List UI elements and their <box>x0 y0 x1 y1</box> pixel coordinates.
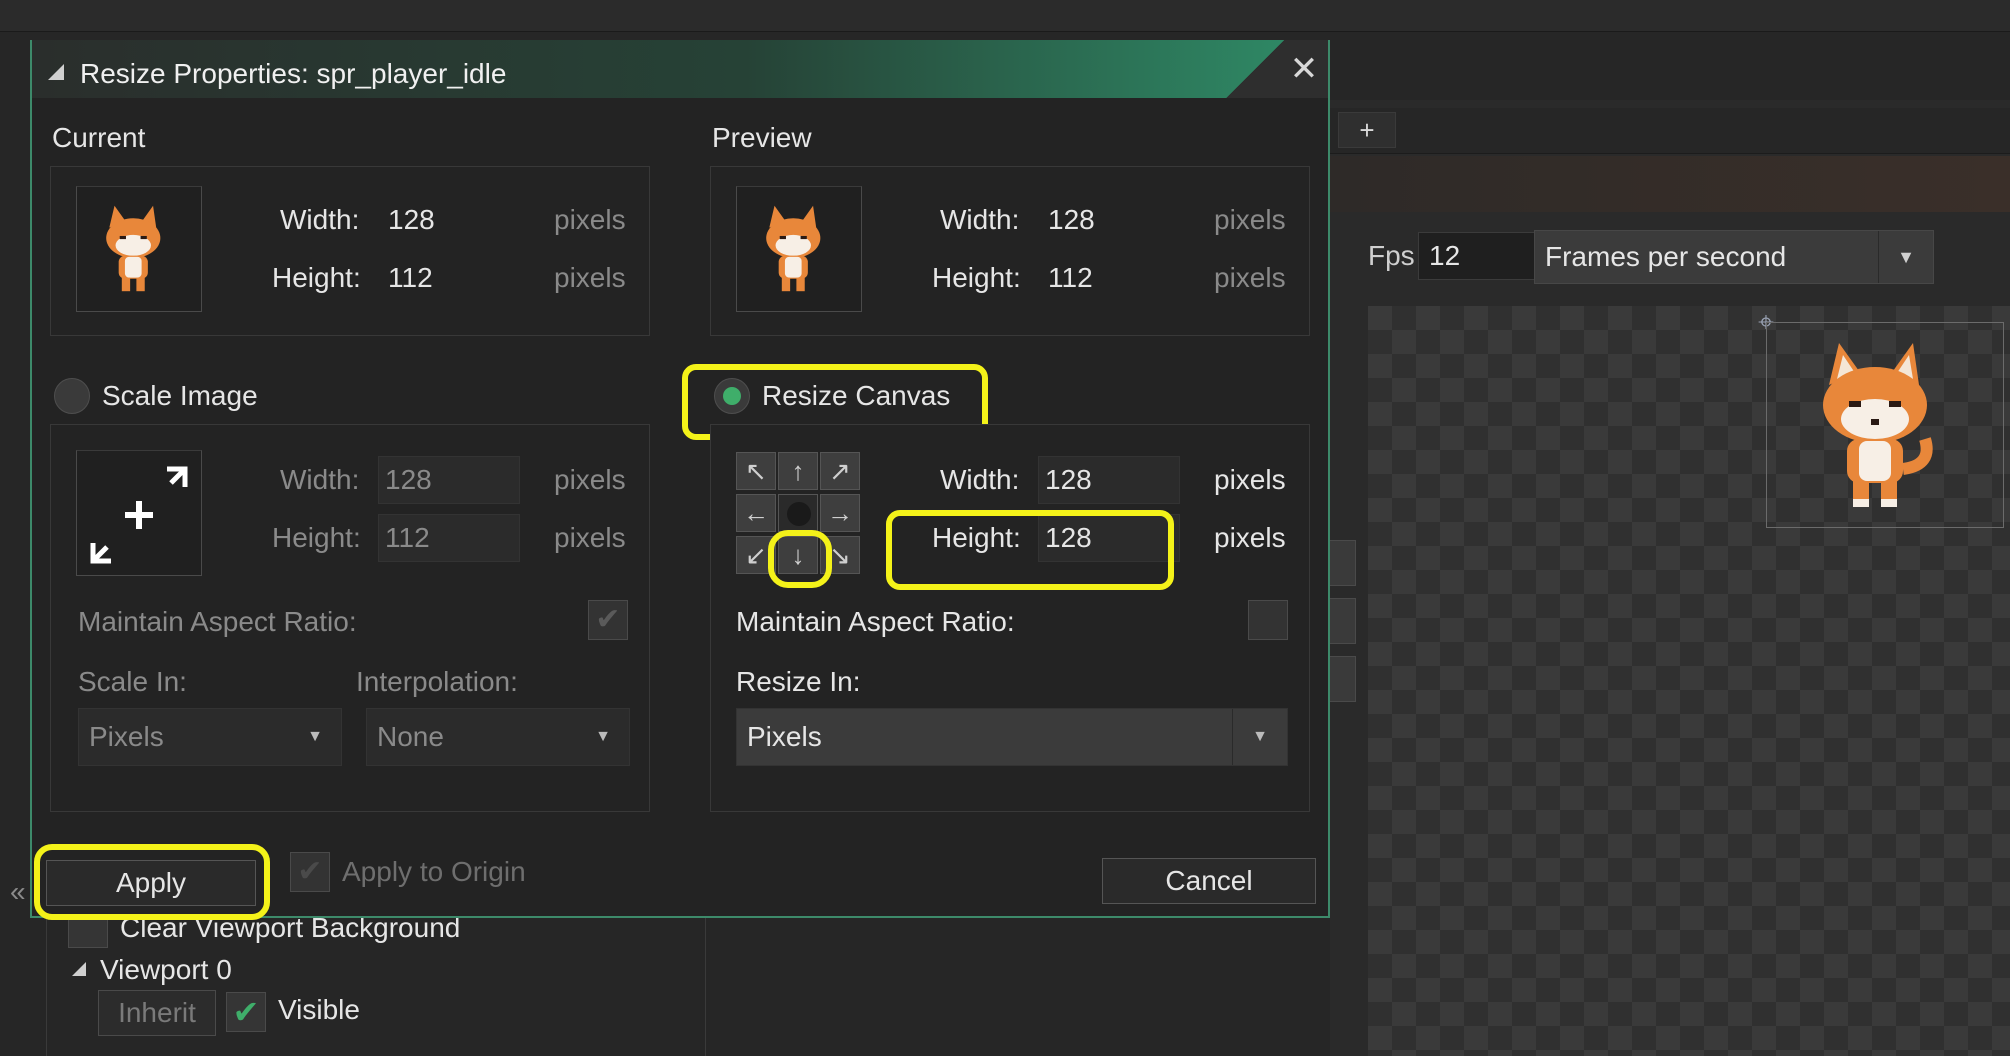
anchor-left-icon[interactable]: ← <box>736 494 776 532</box>
cancel-button[interactable]: Cancel <box>1102 858 1316 904</box>
fox-sprite-icon <box>106 205 161 292</box>
current-width-value: 128 <box>388 204 435 235</box>
scale-in-label: Scale In: <box>78 666 187 697</box>
collapse-icon[interactable]: « <box>10 876 26 908</box>
scale-height-input[interactable]: 112 <box>378 514 520 562</box>
side-handle[interactable] <box>1328 540 1356 586</box>
scale-width-unit: pixels <box>554 464 626 495</box>
canvas-height-unit: pixels <box>1214 522 1286 553</box>
preview-width-label: Width: <box>940 204 1020 235</box>
preview-height-unit: pixels <box>1214 262 1286 293</box>
dialog-corner-icon <box>48 64 64 80</box>
preview-width-value: 128 <box>1048 204 1095 235</box>
anchor-right-icon[interactable]: → <box>820 494 860 532</box>
current-height-unit: pixels <box>554 262 626 293</box>
add-tab-button[interactable]: + <box>1338 112 1396 148</box>
close-icon[interactable]: ✕ <box>1286 52 1322 88</box>
chevron-down-icon: ▼ <box>307 728 323 745</box>
scale-aspect-checkbox[interactable]: ✔ <box>588 600 628 640</box>
fox-sprite-icon <box>766 205 821 292</box>
dialog-title: Resize Properties: spr_player_idle <box>80 58 507 89</box>
chevron-down-icon: ▼ <box>595 728 611 745</box>
canvas-width-label: Width: <box>940 464 1020 495</box>
canvas-width-input[interactable]: 128 <box>1038 456 1180 504</box>
preview-heading: Preview <box>712 122 812 153</box>
resize-in-value: Pixels <box>747 721 822 752</box>
scale-in-select[interactable]: Pixels ▼ <box>78 708 342 766</box>
interpolation-value: None <box>377 721 444 752</box>
resize-arrows-icon <box>90 466 188 564</box>
scale-image-label: Scale Image <box>102 380 258 411</box>
inherit-button[interactable]: Inherit <box>98 990 216 1036</box>
fps-mode-select[interactable]: Frames per second ▼ <box>1534 230 1934 284</box>
anchor-top-icon[interactable]: ↑ <box>778 452 818 490</box>
current-width-unit: pixels <box>554 204 626 235</box>
fps-input[interactable]: 12 <box>1418 232 1536 280</box>
anchor-center-icon[interactable] <box>778 494 818 532</box>
canvas-width-unit: pixels <box>1214 464 1286 495</box>
apply-origin-checkbox[interactable]: ✔ <box>290 852 330 892</box>
canvas-height-highlight <box>886 510 1174 590</box>
viewport-label: Viewport 0 <box>100 954 232 985</box>
resize-in-label: Resize In: <box>736 666 861 697</box>
scale-icon <box>76 450 202 576</box>
anchor-top-left-icon[interactable]: ↖ <box>736 452 776 490</box>
current-height-value: 112 <box>388 262 433 293</box>
apply-highlight <box>34 844 270 920</box>
chevron-down-icon[interactable]: ▼ <box>1878 231 1933 283</box>
fox-sprite-icon <box>1823 343 1933 507</box>
scale-width-label: Width: <box>280 464 360 495</box>
timeline-strip <box>1330 156 2010 212</box>
current-width-label: Width: <box>280 204 360 235</box>
visible-label: Visible <box>278 994 360 1025</box>
visible-checkbox[interactable]: ✔ <box>226 992 266 1032</box>
ide-top-bar <box>0 0 2010 32</box>
preview-width-unit: pixels <box>1214 204 1286 235</box>
preview-height-label: Height: <box>932 262 1021 293</box>
current-heading: Current <box>52 122 146 153</box>
apply-origin-label: Apply to Origin <box>342 856 526 887</box>
side-handle[interactable] <box>1328 656 1356 702</box>
fps-label: Fps <box>1368 240 1415 271</box>
scale-image-radio[interactable] <box>54 378 90 414</box>
current-thumbnail <box>76 186 202 312</box>
scale-in-value: Pixels <box>89 721 164 752</box>
anchor-bottom-highlight <box>768 530 832 588</box>
anchor-top-right-icon[interactable]: ↗ <box>820 452 860 490</box>
interpolation-select[interactable]: None ▼ <box>366 708 630 766</box>
chevron-down-icon: ▼ <box>1232 709 1287 765</box>
current-height-label: Height: <box>272 262 361 293</box>
expand-triangle-icon[interactable] <box>72 962 86 976</box>
tab-bar <box>1330 108 2010 154</box>
fps-mode-value: Frames per second <box>1545 241 1787 272</box>
sprite-preview-frame <box>1766 322 2004 528</box>
preview-thumbnail <box>736 186 862 312</box>
interpolation-label: Interpolation: <box>356 666 518 697</box>
resize-in-select[interactable]: Pixels ▼ <box>736 708 1288 766</box>
scale-aspect-label: Maintain Aspect Ratio: <box>78 606 357 637</box>
scale-height-label: Height: <box>272 522 361 553</box>
canvas-aspect-checkbox[interactable] <box>1248 600 1288 640</box>
scale-height-unit: pixels <box>554 522 626 553</box>
side-handle[interactable] <box>1328 598 1356 644</box>
preview-height-value: 112 <box>1048 262 1093 293</box>
scale-width-input[interactable]: 128 <box>378 456 520 504</box>
canvas-aspect-label: Maintain Aspect Ratio: <box>736 606 1015 637</box>
